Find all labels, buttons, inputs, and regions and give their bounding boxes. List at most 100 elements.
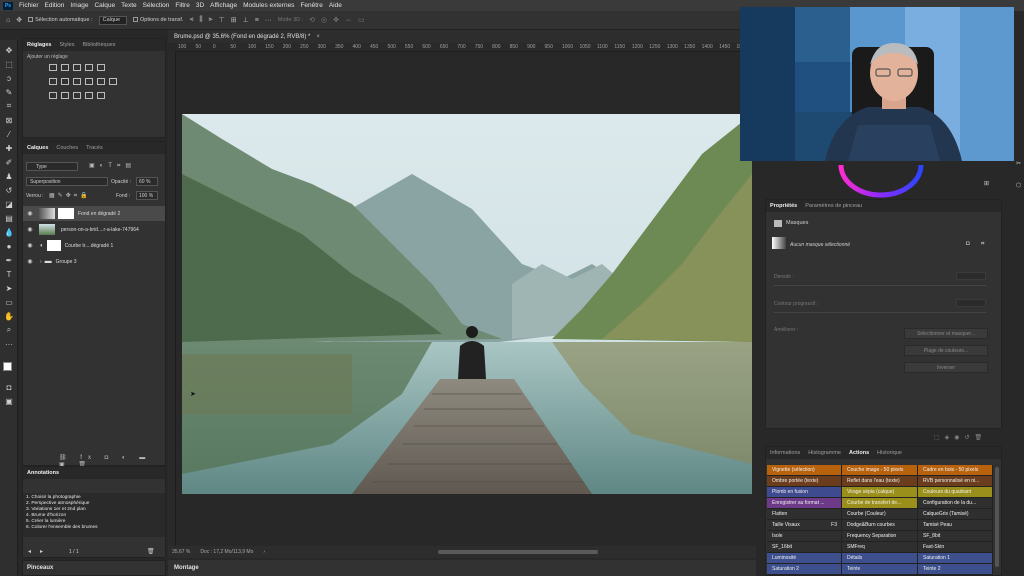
pinceaux-panel-tab[interactable]: Pinceaux (22, 560, 166, 576)
add-icon[interactable]: ⊞ (984, 180, 989, 187)
canvas-area[interactable]: ➤ (176, 52, 756, 546)
action-button[interactable]: Virage sépia (calque) (842, 487, 918, 498)
visibility-eye-icon[interactable]: ◉ (26, 210, 34, 217)
action-button[interactable]: Ombre portée (texte) (767, 476, 842, 487)
posterize-icon[interactable] (61, 92, 69, 99)
color-wheel[interactable] (831, 160, 931, 200)
crop-tool-icon[interactable]: ⌗ (3, 100, 15, 112)
invert-button[interactable]: Inverser (904, 362, 988, 373)
hue-saturation-icon[interactable] (49, 78, 57, 85)
black-white-icon[interactable] (73, 78, 81, 85)
menu-fenetre[interactable]: Fenêtre (300, 2, 322, 9)
action-button[interactable]: Couche image - 50 pixels (842, 465, 918, 476)
density-slider[interactable] (774, 285, 986, 286)
action-button[interactable]: Taille Visaux F3 (767, 520, 842, 531)
eraser-tool-icon[interactable]: ◪ (3, 198, 15, 210)
layer-row[interactable]: ◉ ◐ Courbe tr....dégradé 1 (23, 238, 165, 253)
zoom-level[interactable]: 35,67 % (172, 549, 190, 555)
tab-bibliotheques[interactable]: Bibliothèques (82, 42, 115, 48)
orbit-3d-icon[interactable]: ⟲ (309, 16, 315, 24)
action-button[interactable]: Cadre en bois - 50 pixels (918, 465, 993, 476)
tab-proprietes[interactable]: Propriétés (770, 203, 797, 209)
next-annotation-icon[interactable]: ▸ (40, 548, 43, 555)
layer-name[interactable]: Courbe tr....dégradé 1 (65, 243, 114, 249)
selective-color-icon[interactable] (97, 92, 105, 99)
color-range-button[interactable]: Plage de couleurs... (904, 345, 988, 356)
action-button[interactable]: Courbe (Couleur) (842, 509, 918, 520)
layer-name[interactable]: Fond en dégradé 2 (78, 211, 120, 217)
tab-historique[interactable]: Historique (877, 450, 902, 456)
action-button[interactable]: Saturation 1 (918, 553, 993, 564)
path-selection-tool-icon[interactable]: ➤ (3, 282, 15, 294)
menu-edition[interactable]: Edition (45, 2, 65, 9)
close-tab-icon[interactable]: × (316, 34, 320, 40)
action-button[interactable]: CalqueGris (Tamisé) (918, 509, 993, 520)
layer-row[interactable]: ◉ person-on-a-brid....r-a-lake-747964 (23, 222, 165, 237)
quick-mask-icon[interactable]: ◘ (3, 381, 15, 393)
horizontal-scrollbar[interactable] (438, 550, 598, 554)
tab-styles[interactable]: Styles (59, 42, 74, 48)
menu-aide[interactable]: Aide (329, 2, 342, 9)
blend-mode-select[interactable]: Superposition (26, 177, 108, 186)
layer-row[interactable]: ◉ › ▬ Groupe 3 (23, 254, 165, 269)
gradient-map-icon[interactable] (85, 92, 93, 99)
pan-3d-icon[interactable]: ✥ (333, 16, 339, 24)
distribute-icon[interactable]: ≡ (255, 17, 259, 24)
type-tool-icon[interactable]: T (3, 268, 15, 280)
document-image[interactable] (182, 114, 752, 494)
delete-annotation-icon[interactable]: 🗑 (147, 548, 155, 555)
exposure-icon[interactable] (85, 64, 93, 71)
action-button[interactable]: Enregistrer au format ... (767, 498, 842, 509)
menu-texte[interactable]: Texte (121, 2, 137, 9)
feather-slider[interactable] (774, 312, 986, 313)
zoom-tool-icon[interactable]: ⌕ (3, 324, 15, 336)
foreground-color-swatch[interactable] (3, 362, 12, 371)
brightness-contrast-icon[interactable] (49, 64, 57, 71)
eyedropper-tool-icon[interactable]: ⁄ (3, 128, 15, 140)
pen-tool-icon[interactable]: ✒ (3, 254, 15, 266)
tab-actions[interactable]: Actions (849, 450, 869, 456)
color-lookup-icon[interactable] (109, 78, 117, 85)
clone-stamp-tool-icon[interactable]: ♟ (3, 170, 15, 182)
align-center-icon[interactable]: ⫼ (199, 16, 202, 24)
prev-annotation-icon[interactable]: ◂ (28, 548, 31, 555)
expand-arrow-icon[interactable]: › (40, 259, 42, 265)
more-tools-icon[interactable]: ··· (3, 338, 15, 350)
tab-traces[interactable]: Tracés (86, 145, 103, 151)
action-button[interactable]: RVB personnalisé en ni... (918, 476, 993, 487)
action-button[interactable]: SF_16bit (767, 542, 842, 553)
transform-controls-checkbox[interactable]: Options de transf. (133, 17, 183, 23)
select-and-mask-button[interactable]: Sélectionner et masquer... (904, 328, 988, 339)
annotations-text[interactable]: 1. Choisir la photographie 2. Perspectiv… (23, 493, 165, 537)
document-tab[interactable]: Brume.psd @ 35,6% (Fond en dégradé 2, RV… (168, 30, 742, 43)
dodge-tool-icon[interactable]: ● (3, 240, 15, 252)
action-button[interactable]: Détails (842, 553, 918, 564)
rectangle-tool-icon[interactable]: ▭ (3, 296, 15, 308)
color-balance-icon[interactable] (61, 78, 69, 85)
align-top-icon[interactable]: ⊤ (219, 16, 225, 24)
slide-3d-icon[interactable]: ⇔ (345, 17, 352, 24)
menu-modules-externes[interactable]: Modules externes (243, 2, 294, 9)
align-middle-icon[interactable]: ⊞ (231, 16, 237, 24)
auto-select-checkbox[interactable]: Sélection automatique : (28, 17, 93, 23)
lock-icons[interactable]: ▦✎✥⌗🔒 (49, 192, 91, 200)
marquee-tool-icon[interactable]: ⬚ (3, 58, 15, 70)
action-button[interactable]: Frequency Separation (842, 531, 918, 542)
menu-affichage[interactable]: Affichage (210, 2, 237, 9)
status-arrow-icon[interactable]: › (263, 549, 265, 555)
auto-select-target-select[interactable]: Calque (98, 15, 128, 25)
channel-mixer-icon[interactable] (97, 78, 105, 85)
levels-icon[interactable] (61, 64, 69, 71)
action-button[interactable]: Configuration de la du... (918, 498, 993, 509)
layer-row[interactable]: ◉ Fond en dégradé 2 (23, 206, 165, 221)
quick-select-tool-icon[interactable]: ✎ (3, 86, 15, 98)
action-button[interactable]: SF_8bit (918, 531, 993, 542)
layer-filter-icons[interactable]: ▣◐T⌗▤ (89, 162, 136, 170)
visibility-eye-icon[interactable]: ◉ (26, 242, 34, 249)
visibility-eye-icon[interactable]: ◉ (26, 258, 34, 265)
align-left-icon[interactable]: ⫷ (189, 16, 193, 24)
align-right-icon[interactable]: ⫸ (209, 16, 213, 24)
tools-icon[interactable]: ✂ (1016, 160, 1021, 167)
curves-icon[interactable] (73, 64, 81, 71)
photo-filter-icon[interactable] (85, 78, 93, 85)
